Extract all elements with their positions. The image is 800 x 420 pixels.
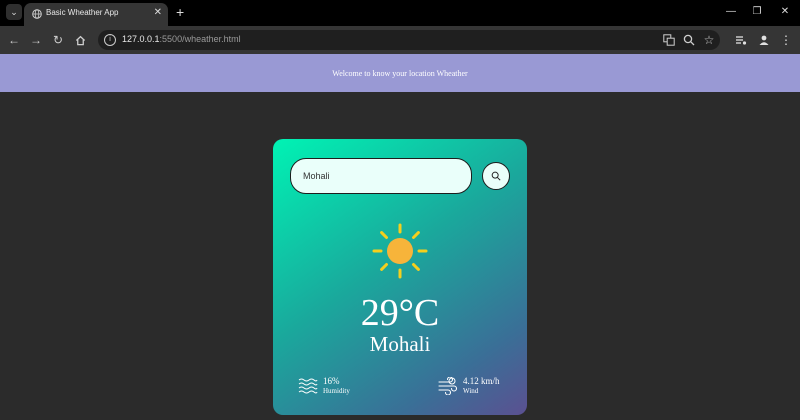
wind-icon xyxy=(438,377,458,395)
sun-icon xyxy=(372,223,428,279)
site-info-icon[interactable]: i xyxy=(104,34,116,46)
close-tab-icon[interactable]: ✕ xyxy=(154,7,162,18)
waves-icon xyxy=(298,378,318,394)
browser-tab-bar: ⌄ Basic Wheather App ✕ + — ❐ ✕ xyxy=(0,0,800,26)
menu-icon[interactable]: ⋮ xyxy=(778,32,794,48)
profile-icon[interactable] xyxy=(756,32,772,48)
wind-label: Wind xyxy=(463,387,479,395)
new-tab-icon[interactable]: + xyxy=(176,3,184,21)
forward-icon[interactable]: → xyxy=(28,32,44,48)
close-window-icon[interactable]: ✕ xyxy=(778,6,792,17)
banner-text: Welcome to know your location Wheather xyxy=(332,68,468,78)
reload-icon[interactable]: ↻ xyxy=(50,32,66,48)
humidity-label: Humidity xyxy=(323,387,350,395)
restore-icon[interactable]: ❐ xyxy=(750,6,764,17)
tab-search-chevron-icon[interactable]: ⌄ xyxy=(6,4,22,20)
search-icon xyxy=(491,171,501,181)
humidity-value: 16% xyxy=(323,376,340,386)
minimize-icon[interactable]: — xyxy=(724,6,738,17)
wind-value: 4.12 km/h xyxy=(463,376,500,386)
back-icon[interactable]: ← xyxy=(6,32,22,48)
browser-tab[interactable]: Basic Wheather App ✕ xyxy=(24,3,168,26)
home-icon[interactable] xyxy=(72,32,88,48)
wind-detail: 4.12 km/h Wind xyxy=(438,375,518,399)
browser-toolbar: ← → ↻ i 127.0.0.1:5500/wheather.html ☆ ⋮ xyxy=(0,26,800,54)
media-controls-icon[interactable] xyxy=(733,32,749,48)
zoom-icon[interactable] xyxy=(682,33,696,47)
globe-icon xyxy=(32,9,42,19)
city-search-input[interactable] xyxy=(290,158,472,194)
bookmark-star-icon[interactable]: ☆ xyxy=(702,33,716,47)
search-button[interactable] xyxy=(482,162,510,190)
tab-title: Basic Wheather App xyxy=(46,8,119,17)
url-text: 127.0.0.1:5500/wheather.html xyxy=(122,34,241,44)
weather-card: 29°C Mohali 16% Humidity 4.12 km/h Wind xyxy=(273,139,527,415)
humidity-detail: 16% Humidity xyxy=(298,375,388,399)
address-bar[interactable]: i 127.0.0.1:5500/wheather.html ☆ xyxy=(98,30,720,50)
translate-icon[interactable] xyxy=(662,33,676,47)
temperature: 29°C xyxy=(360,292,440,334)
header-banner: Welcome to know your location Wheather xyxy=(0,54,800,92)
city-name: Mohali xyxy=(369,332,431,356)
